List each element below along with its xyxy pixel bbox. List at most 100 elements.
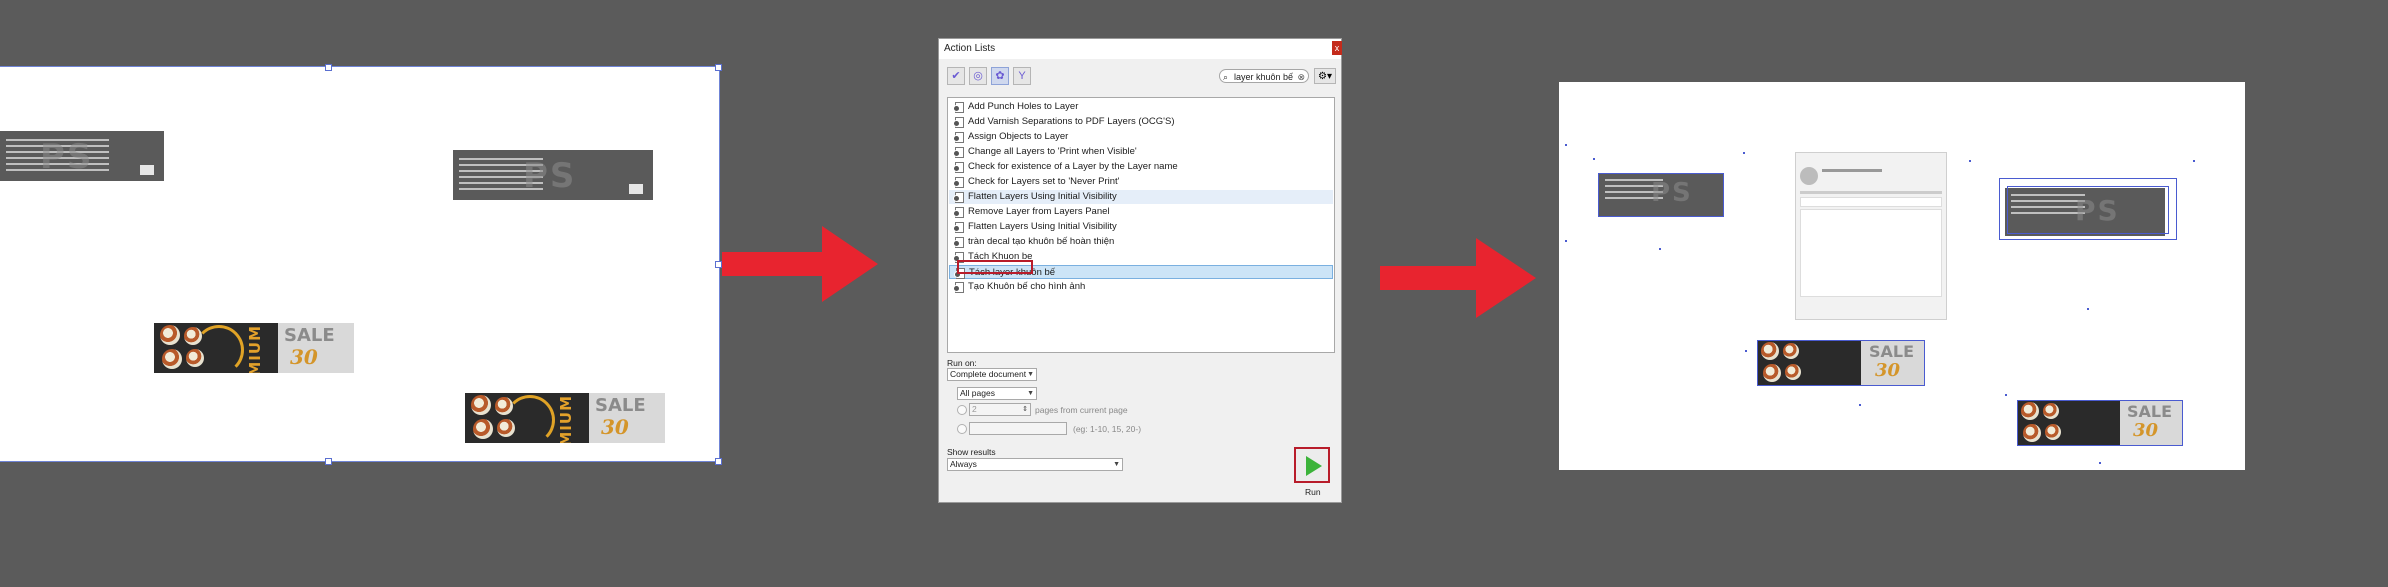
selection-box (2017, 400, 2183, 446)
fix-filter-icon[interactable]: ◎ (969, 67, 987, 85)
sale-text: SALE (284, 325, 335, 346)
chevron-down-icon: ▼ (1113, 461, 1120, 468)
action-label: Flatten Layers Using Initial Visibility (968, 221, 1117, 232)
action-list-item[interactable]: Add Varnish Separations to PDF Layers (O… (949, 115, 1333, 129)
right-arrow-icon (1380, 238, 1536, 318)
right-arrow-icon (722, 226, 878, 302)
action-page-icon (953, 192, 964, 203)
action-list-item[interactable]: tràn decal tạo khuôn bế hoàn thiện (949, 235, 1333, 249)
action-label: Change all Layers to 'Print when Visible… (968, 146, 1137, 157)
page-range-hint: (eg: 1-10, 15, 20-) (1073, 424, 1142, 434)
premium-vertical-text: PREMIUM (246, 325, 264, 373)
action-page-icon (953, 132, 964, 143)
search-value: layer khuôn bế (1234, 72, 1294, 82)
action-label: Flatten Layers Using Initial Visibility (968, 191, 1117, 202)
action-list-item[interactable]: Check for Layers set to 'Never Print' (949, 175, 1333, 189)
run-button[interactable] (1294, 447, 1330, 483)
selection-handle[interactable] (325, 458, 332, 465)
show-results-select[interactable]: Always ▼ (947, 458, 1123, 471)
action-list-item[interactable]: Flatten Layers Using Initial Visibility (949, 220, 1333, 234)
gear-icon: ⚙ (1318, 71, 1327, 82)
anchor-point (1593, 158, 1595, 160)
funnel-filter-icon[interactable]: Y (1013, 67, 1031, 85)
dialog-title: Action Lists (944, 43, 996, 54)
action-list-item[interactable]: Flatten Layers Using Initial Visibility (949, 190, 1333, 204)
page-range-radio[interactable] (957, 424, 967, 434)
pages-select[interactable]: All pages ▼ (957, 387, 1037, 400)
pages-count-stepper[interactable]: 2 ⇕ (969, 403, 1031, 416)
action-page-icon (953, 162, 964, 173)
right-document-canvas: PS PS SALE 30 SALE 30 (1559, 82, 2245, 470)
premium-vertical-text: PREMIUM (557, 395, 575, 443)
show-results-value: Always (950, 459, 977, 469)
selection-handle[interactable] (715, 458, 722, 465)
action-list-item[interactable]: Assign Objects to Layer (949, 130, 1333, 144)
anchor-point (2087, 308, 2089, 310)
action-label: tràn decal tạo khuôn bế hoàn thiện (968, 236, 1115, 247)
selection-box (2007, 186, 2169, 234)
pages-from-current-radio[interactable] (957, 405, 967, 415)
anchor-point (1659, 248, 1661, 250)
pages-value: All pages (960, 388, 995, 398)
gray-info-card: PS (0, 131, 164, 181)
action-page-icon (953, 177, 964, 188)
run-label: Run (1305, 487, 1321, 497)
close-icon[interactable]: x (1332, 41, 1342, 55)
page-range-input[interactable] (969, 422, 1067, 435)
anchor-point (2099, 462, 2101, 464)
selection-handle[interactable] (715, 261, 722, 268)
card-logo (140, 165, 154, 175)
anchor-point (1745, 350, 1747, 352)
action-page-icon (953, 102, 964, 113)
sale-banner: PREMIUM SALE 30 (465, 393, 665, 443)
run-on-value: Complete document (950, 369, 1027, 379)
dialog-titlebar: Action Lists (939, 39, 1341, 59)
card-watermark: PS (40, 137, 94, 177)
check-filter-icon[interactable]: ✔ (947, 67, 965, 85)
sale-percent: 30 (601, 415, 629, 439)
action-list-item[interactable]: Change all Layers to 'Print when Visible… (949, 145, 1333, 159)
embedded-dialog-thumbnail (1795, 152, 1947, 320)
selected-action-highlight (957, 260, 1033, 274)
action-page-icon (953, 147, 964, 158)
action-list-item[interactable]: Check for existence of a Layer by the La… (949, 160, 1333, 174)
gray-info-card: PS (453, 150, 653, 200)
search-input[interactable]: ⌕ layer khuôn bế ⊗ (1219, 69, 1309, 83)
play-icon (1306, 456, 1322, 476)
card-watermark: PS (523, 156, 577, 196)
anchor-point (1743, 152, 1745, 154)
anchor-point (1969, 160, 1971, 162)
gear-filter-icon[interactable]: ✿ (991, 67, 1009, 85)
show-results-label: Show results (947, 447, 996, 457)
action-list-item[interactable]: Tạo Khuôn bế cho hình ảnh (949, 280, 1333, 294)
action-list-item[interactable]: Remove Layer from Layers Panel (949, 205, 1333, 219)
card-logo (629, 184, 643, 194)
action-label: Add Punch Holes to Layer (968, 101, 1079, 112)
action-label: Tạo Khuôn bế cho hình ảnh (968, 281, 1086, 292)
action-list[interactable]: Add Punch Holes to Layer Add Varnish Sepa… (947, 97, 1335, 353)
action-page-icon (953, 117, 964, 128)
run-on-select[interactable]: Complete document ▼ (947, 368, 1037, 381)
selection-handle[interactable] (715, 64, 722, 71)
search-icon: ⌕ (1223, 72, 1229, 82)
pages-from-label: pages from current page (1035, 405, 1128, 415)
anchor-point (1565, 144, 1567, 146)
action-label: Remove Layer from Layers Panel (968, 206, 1110, 217)
clear-search-icon[interactable]: ⊗ (1297, 70, 1305, 84)
selection-box (1757, 340, 1925, 386)
action-page-icon (953, 207, 964, 218)
pages-count-value: 2 (972, 404, 977, 414)
sale-text: SALE (595, 395, 646, 416)
chevron-down-icon: ▼ (1027, 390, 1034, 397)
action-page-icon (953, 237, 964, 248)
action-list-item[interactable]: Add Punch Holes to Layer (949, 100, 1333, 114)
selection-handle[interactable] (325, 64, 332, 71)
action-label: Assign Objects to Layer (968, 131, 1069, 142)
action-page-icon (953, 282, 964, 293)
run-on-label: Run on: (947, 358, 977, 368)
action-lists-dialog: Action Lists x ✔ ◎ ✿ Y ⌕ layer khuôn bế … (938, 38, 1342, 503)
chevron-down-icon: ▼ (1027, 371, 1034, 378)
action-label: Add Varnish Separations to PDF Layers (O… (968, 116, 1175, 127)
settings-menu-button[interactable]: ⚙▾ (1314, 68, 1336, 84)
sale-banner: PREMIUM SALE 30 (154, 323, 354, 373)
